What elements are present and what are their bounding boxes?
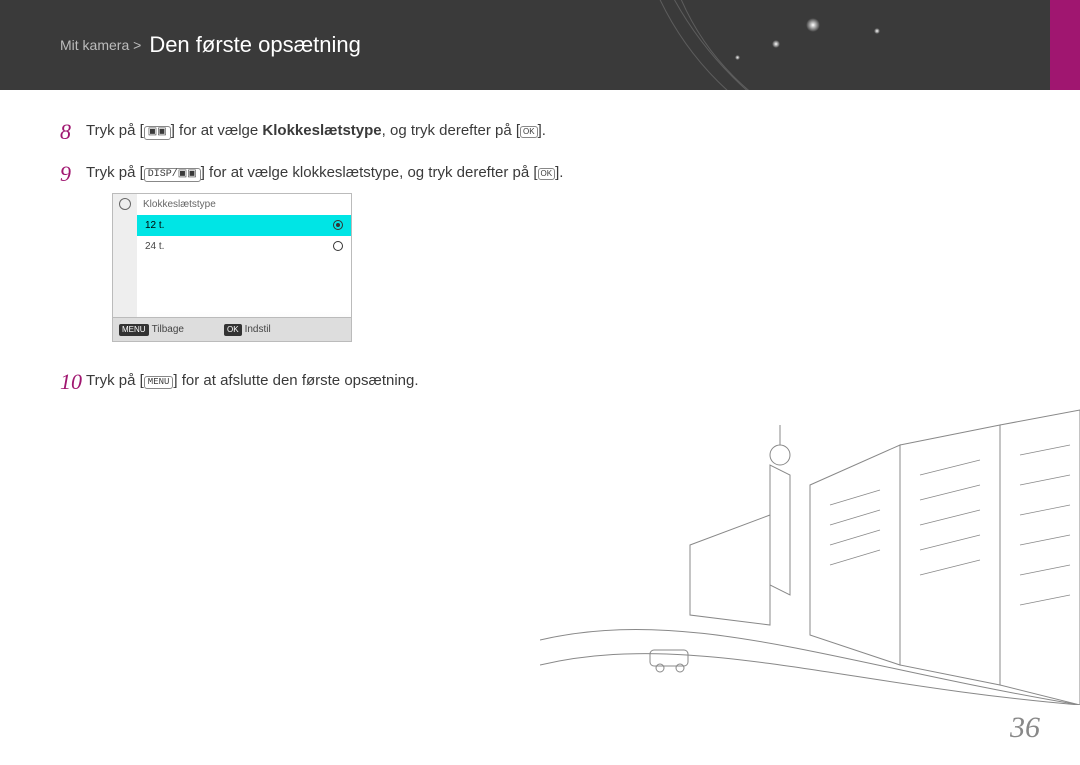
ui-row: Klokkeslætstype 12 t. 24 t. (113, 194, 351, 317)
step-number: 9 (60, 162, 86, 342)
step-bold: Klokkeslætstype (262, 122, 381, 139)
menu-glyph-icon: MENU (144, 376, 174, 389)
menu-tag-icon: MENU (119, 324, 149, 336)
button-glyph-icon: DISP/▣▣ (144, 168, 201, 182)
step-text: ]. (538, 122, 546, 139)
ok-glyph-icon: OK (538, 168, 556, 180)
step-text: Tryk på [ (86, 122, 144, 139)
step-10: 10 Tryk på [MENU] for at afslutte den fø… (60, 370, 1020, 394)
ui-sidebar (113, 194, 137, 317)
page-title: Den første opsætning (149, 32, 361, 58)
camera-ui-box: Klokkeslætstype 12 t. 24 t. (112, 193, 352, 342)
ui-footer-set: OKIndstil (224, 322, 271, 337)
step-text: , og tryk derefter på [ (382, 122, 520, 139)
page-number: 36 (1010, 711, 1040, 745)
step-text: Tryk på [ (86, 372, 144, 389)
sparkle-icon (772, 40, 780, 48)
step-text: ] for at vælge (171, 122, 263, 139)
ui-option-24h[interactable]: 24 t. (137, 236, 351, 257)
step-text: Tryk på [ (86, 164, 144, 181)
step-body: Tryk på [DISP/▣▣] for at vælge klokkeslæ… (86, 162, 1020, 342)
sparkle-icon (735, 55, 740, 60)
ui-footer-set-label: Indstil (245, 324, 271, 335)
step-text: ] for at vælge klokkeslætstype, og tryk … (201, 164, 538, 181)
breadcrumb: Mit kamera > (60, 37, 141, 53)
step-body: Tryk på [MENU] for at afslutte den først… (86, 370, 1020, 394)
ui-option-label: 24 t. (145, 239, 164, 254)
gear-icon (119, 198, 131, 210)
ui-footer-back: MENUTilbage (119, 322, 184, 337)
ui-option-label: 12 t. (145, 218, 164, 233)
step-number: 10 (60, 370, 86, 394)
step-text: ]. (555, 164, 563, 181)
sparkle-icon (806, 18, 820, 32)
ui-main: Klokkeslætstype 12 t. 24 t. (137, 194, 351, 317)
ok-glyph-icon: OK (520, 126, 538, 138)
accent-stripe (1050, 0, 1080, 90)
radio-unselected-icon (333, 241, 343, 251)
ui-option-12h[interactable]: 12 t. (137, 215, 351, 236)
ok-tag-icon: OK (224, 324, 242, 336)
page-header: Mit kamera > Den første opsætning (0, 0, 1080, 90)
step-9: 9 Tryk på [DISP/▣▣] for at vælge klokkes… (60, 162, 1020, 342)
step-number: 8 (60, 120, 86, 144)
step-text: ] for at afslutte den første opsætning. (173, 372, 418, 389)
ui-footer: MENUTilbage OKIndstil (113, 317, 351, 341)
ui-spacer (137, 257, 351, 317)
city-illustration (540, 405, 1080, 705)
ui-footer-back-label: Tilbage (152, 324, 184, 335)
button-glyph-icon: ▣▣ (144, 126, 171, 140)
ui-title: Klokkeslætstype (137, 194, 351, 215)
sparkle-icon (874, 28, 880, 34)
radio-selected-icon (333, 220, 343, 230)
